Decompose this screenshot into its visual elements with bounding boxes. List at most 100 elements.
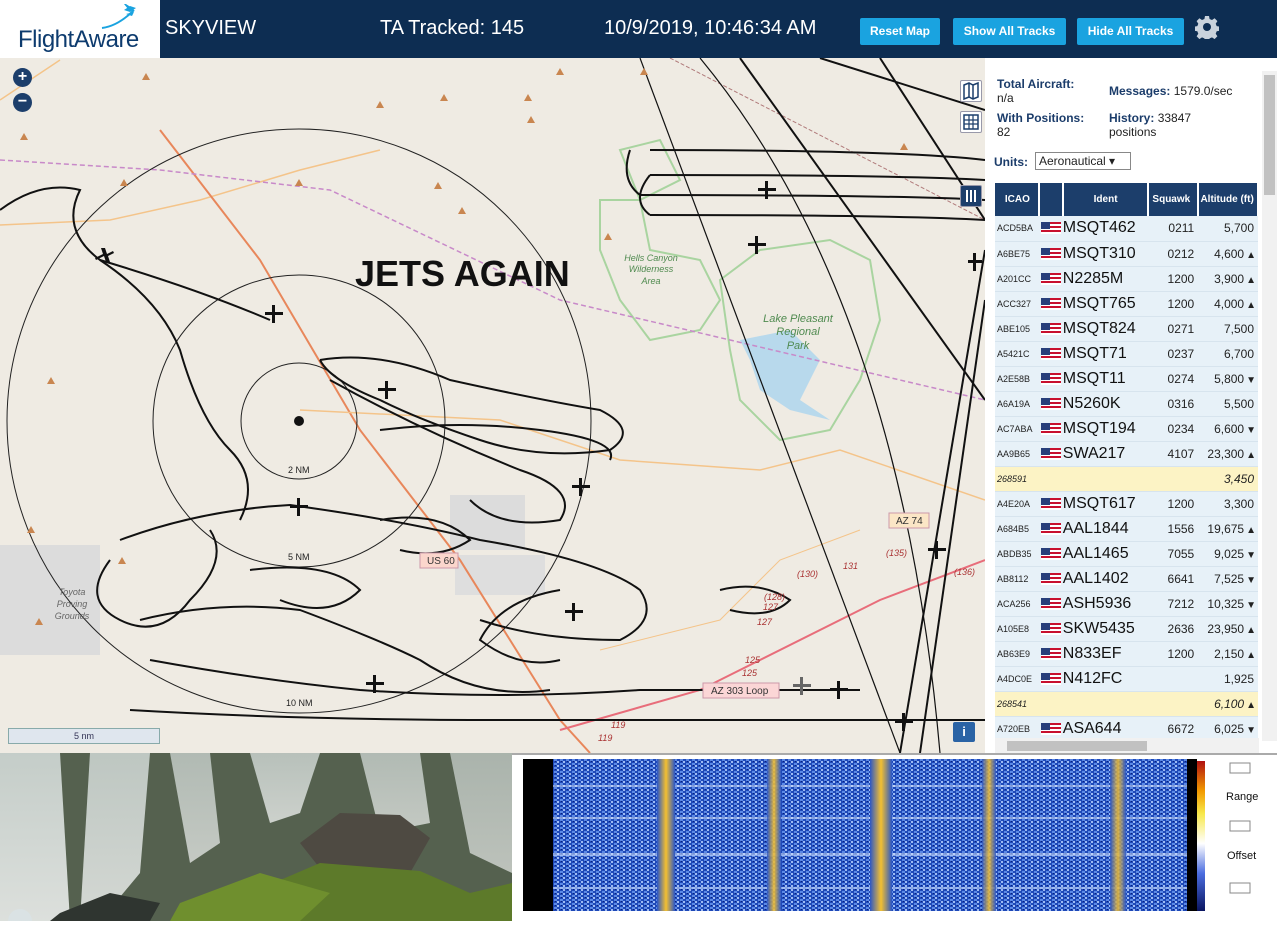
flightaware-logo[interactable]: FlightAware (0, 0, 160, 58)
flag-cell (1038, 441, 1063, 467)
logo-text: FlightAware (18, 26, 139, 53)
col-altitude[interactable]: Altitude (ft) (1198, 183, 1259, 216)
altitude-trend-icon: ▼ (1246, 424, 1256, 436)
vertical-scroll-thumb[interactable] (1264, 75, 1275, 195)
altitude-cell: 6,700 (1198, 341, 1258, 367)
ident-cell: MSQT462 (1062, 216, 1149, 242)
table-vertical-scrollbar[interactable] (1262, 71, 1277, 741)
table-row[interactable]: AC7ABA MSQT194 0234 6,600 ▼ (995, 416, 1258, 442)
altitude-trend-icon: ▲ (1246, 299, 1256, 311)
altitude-value: 5,500 (1223, 396, 1254, 411)
table-row[interactable]: A2E58B MSQT11 0274 5,800 ▼ (995, 366, 1258, 392)
route-num-8: 125 (745, 655, 761, 665)
show-all-tracks-button[interactable]: Show All Tracks (953, 18, 1066, 45)
us-flag-icon (1040, 672, 1061, 685)
route-num-3: (130) (797, 569, 818, 579)
horizontal-scroll-thumb[interactable] (1007, 741, 1147, 751)
flag-cell (1038, 691, 1063, 717)
ident-cell: N412FC (1062, 666, 1149, 692)
altitude-value: 23,300 (1207, 446, 1245, 461)
table-row[interactable]: A4E20A MSQT617 1200 3,300 (995, 491, 1258, 517)
table-row[interactable]: ACA256 ASH5936 7212 10,325 ▼ (995, 591, 1258, 617)
table-row[interactable]: A6A19A N5260K 0316 5,500 (995, 391, 1258, 417)
table-row[interactable]: AB8112 AAL1402 6641 7,525 ▼ (995, 566, 1258, 592)
table-row[interactable]: A105E8 SKW5435 2636 23,950 ▲ (995, 616, 1258, 642)
squawk-cell: 0237 (1148, 341, 1199, 367)
icao-cell: AB8112 (995, 566, 1039, 592)
overlay-text: JETS AGAIN (355, 253, 570, 294)
route-num-9: 125 (742, 668, 758, 678)
us-flag-icon (1040, 272, 1061, 285)
road-label-az303: AZ 303 Loop (711, 686, 769, 697)
altitude-value: 3,300 (1223, 496, 1254, 511)
altitude-value: 6,025 (1214, 721, 1245, 736)
altitude-value: 6,100 (1214, 696, 1245, 711)
table-row[interactable]: A4DC0E N412FC 1,925 (995, 666, 1258, 692)
route-num-11: 119 (598, 733, 612, 743)
table-row[interactable]: 268591 3,450 (995, 466, 1258, 492)
table-row[interactable]: ACC327 MSQT765 1200 4,000 ▲ (995, 291, 1258, 317)
map-icon[interactable] (960, 80, 982, 102)
icao-cell: A5421C (995, 341, 1039, 367)
us-flag-icon (1040, 397, 1061, 410)
table-horizontal-scrollbar[interactable] (995, 738, 1259, 753)
table-row[interactable]: 268541 6,100 ▲ (995, 691, 1258, 717)
park-label-3: Park (787, 340, 810, 352)
gear-icon[interactable] (1195, 15, 1219, 39)
proving-label-2: Proving (57, 599, 88, 609)
table-row[interactable]: ACD5BA MSQT462 0211 5,700 (995, 216, 1258, 242)
altitude-value: 4,600 (1214, 246, 1245, 261)
columns-icon[interactable] (960, 185, 982, 207)
squawk-cell: 1200 (1148, 491, 1199, 517)
squawk-cell (1148, 666, 1199, 692)
altitude-value: 6,700 (1223, 346, 1254, 361)
table-row[interactable]: A6BE75 MSQT310 0212 4,600 ▲ (995, 241, 1258, 267)
route-num-4: 131 (843, 561, 858, 571)
altitude-cell: 7,525 ▼ (1198, 566, 1258, 592)
grid-icon[interactable] (960, 111, 982, 133)
units-select[interactable]: Aeronautical ▾ (1035, 152, 1131, 170)
us-flag-icon (1040, 372, 1061, 385)
flag-cell (1038, 641, 1063, 667)
spectrogram-canvas (523, 759, 1251, 911)
table-row[interactable]: A201CC N2285M 1200 3,900 ▲ (995, 266, 1258, 292)
col-flag[interactable] (1038, 183, 1064, 216)
table-row[interactable]: A5421C MSQT71 0237 6,700 (995, 341, 1258, 367)
zoom-out-button[interactable]: − (13, 93, 32, 112)
altitude-value: 5,700 (1223, 221, 1254, 236)
flag-cell (1038, 566, 1063, 592)
col-squawk[interactable]: Squawk (1148, 183, 1200, 216)
icao-cell: ACA256 (995, 591, 1039, 617)
waterfall-photo (0, 753, 512, 921)
zoom-in-button[interactable]: + (13, 68, 32, 87)
altitude-cell: 5,500 (1198, 391, 1258, 417)
altitude-value: 4,000 (1214, 296, 1245, 311)
aircraft-panel: Total Aircraft: n/a With Positions: 82 M… (985, 58, 1277, 753)
table-row[interactable]: AA9B65 SWA217 4107 23,300 ▲ (995, 441, 1258, 467)
units-label: Units: (994, 155, 1028, 169)
us-flag-icon (1040, 422, 1061, 435)
proving-label-1: Toyota (59, 587, 86, 597)
altitude-value: 5,800 (1214, 371, 1245, 386)
hide-all-tracks-button[interactable]: Hide All Tracks (1077, 18, 1184, 45)
ident-cell: N833EF (1062, 641, 1149, 667)
us-flag-icon (1040, 572, 1061, 585)
altitude-trend-icon: ▲ (1246, 699, 1256, 711)
ident-cell: AAL1402 (1062, 566, 1149, 592)
info-button[interactable]: i (953, 722, 975, 742)
ident-cell: MSQT824 (1062, 316, 1149, 342)
col-icao[interactable]: ICAO (995, 183, 1040, 216)
col-ident[interactable]: Ident (1062, 183, 1150, 216)
reset-map-button[interactable]: Reset Map (860, 18, 940, 45)
ident-cell: N5260K (1062, 391, 1149, 417)
table-row[interactable]: ABDB35 AAL1465 7055 9,025 ▼ (995, 541, 1258, 567)
table-row[interactable]: A684B5 AAL1844 1556 19,675 ▲ (995, 516, 1258, 542)
icao-cell: A4E20A (995, 491, 1039, 517)
table-row[interactable]: AB63E9 N833EF 1200 2,150 ▲ (995, 641, 1258, 667)
altitude-cell: 1,925 (1198, 666, 1258, 692)
spectrogram-panel (512, 753, 1277, 921)
map-view[interactable]: JETS AGAIN 2 NM 5 NM 10 NM Hells Canyon … (0, 58, 985, 753)
table-row[interactable]: ABE105 MSQT824 0271 7,500 (995, 316, 1258, 342)
altitude-value: 10,325 (1207, 596, 1245, 611)
squawk-cell: 0271 (1148, 316, 1199, 342)
